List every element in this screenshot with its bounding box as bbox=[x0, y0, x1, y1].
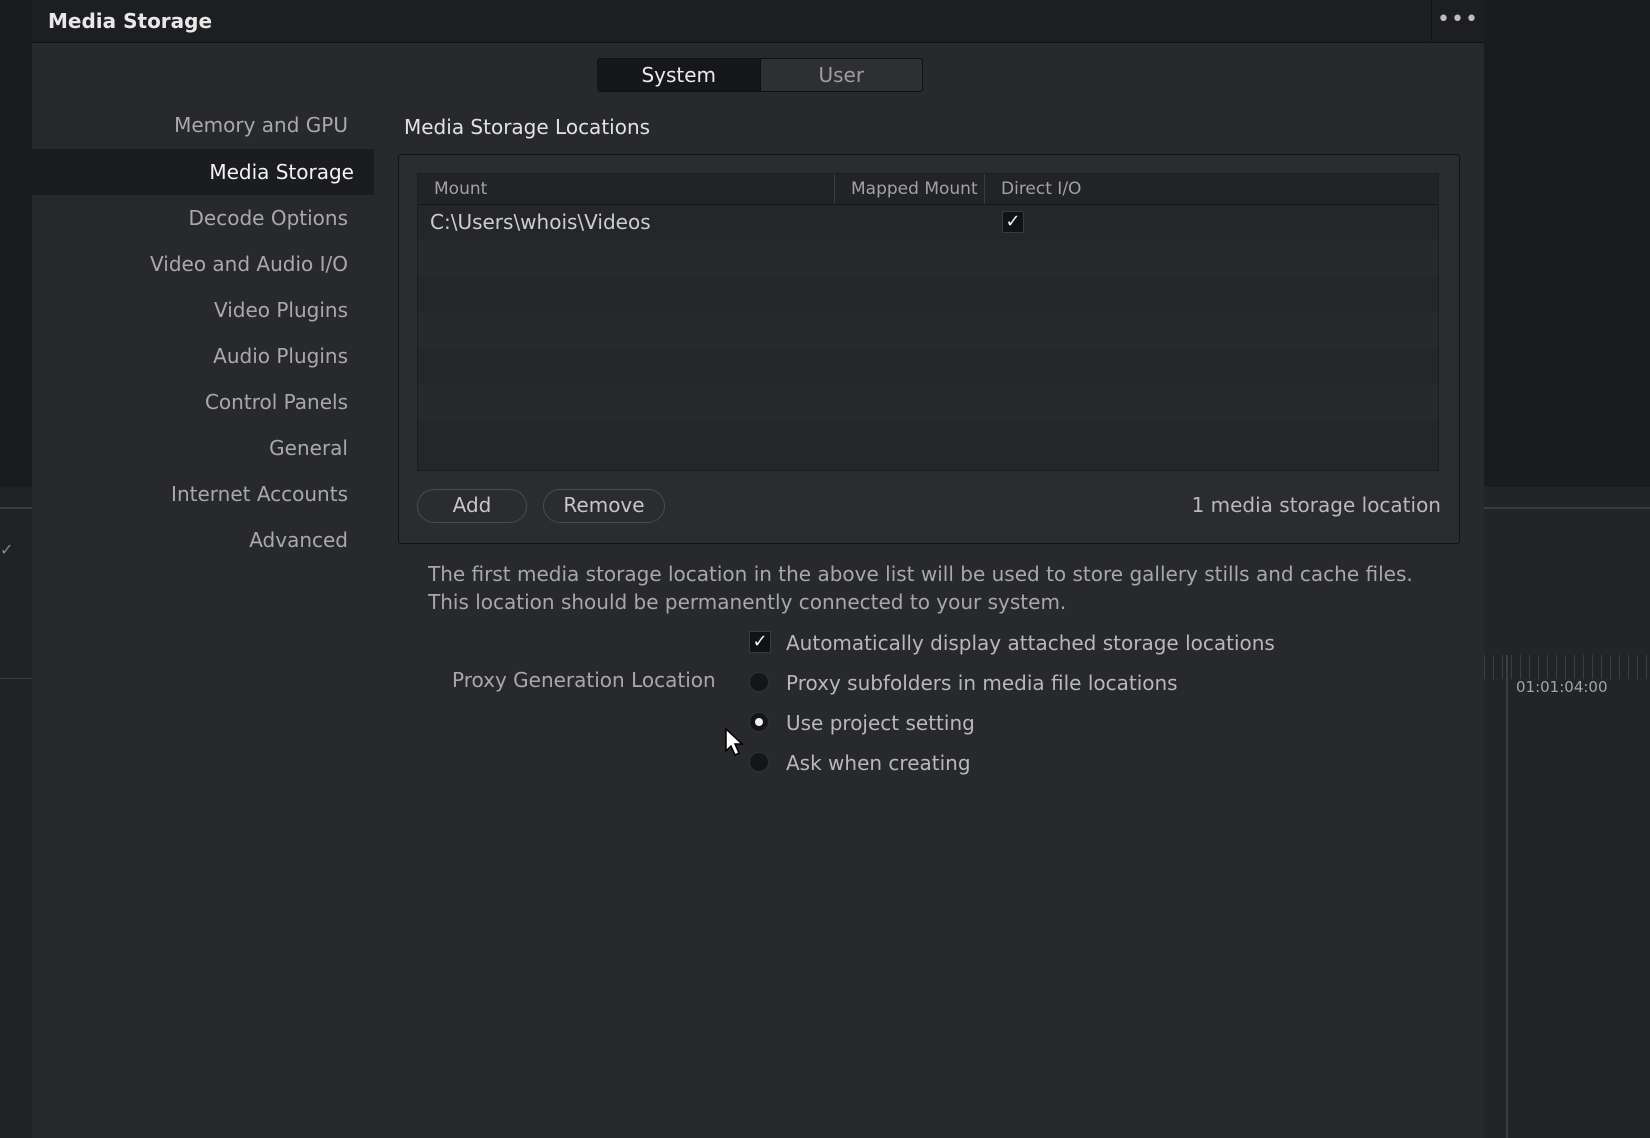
sidebar-item-internet-accounts[interactable]: Internet Accounts bbox=[32, 471, 368, 517]
location-count: 1 media storage location bbox=[1191, 493, 1441, 517]
sidebar-item-video-and-audio-io[interactable]: Video and Audio I/O bbox=[32, 241, 368, 287]
background-viewer bbox=[0, 0, 32, 487]
timeline-ruler bbox=[0, 658, 32, 679]
radio-ask-when-creating[interactable] bbox=[749, 752, 769, 772]
sidebar-item-general[interactable]: General bbox=[32, 425, 368, 471]
table-row bbox=[418, 348, 1438, 384]
sidebar-item-decode-options[interactable]: Decode Options bbox=[32, 195, 368, 241]
direct-io-checkbox[interactable]: ✓ bbox=[1002, 211, 1024, 233]
column-header-mapped-mount[interactable]: Mapped Mount bbox=[834, 174, 984, 204]
proxy-generation-label: Proxy Generation Location bbox=[452, 668, 716, 692]
sidebar-item-audio-plugins[interactable]: Audio Plugins bbox=[32, 333, 368, 379]
timeline-playhead[interactable] bbox=[1506, 655, 1508, 1138]
background-divider bbox=[0, 507, 32, 509]
background-right-panel: 01:01:04:00 bbox=[1484, 0, 1650, 1138]
table-row bbox=[418, 240, 1438, 276]
add-button[interactable]: Add bbox=[417, 489, 527, 523]
checkmark-icon: ✓ bbox=[0, 540, 14, 559]
table-row bbox=[418, 276, 1438, 312]
remove-button[interactable]: Remove bbox=[543, 489, 665, 523]
sidebar-item-advanced[interactable]: Advanced bbox=[32, 517, 368, 563]
mount-path: C:\Users\whois\Videos bbox=[430, 210, 651, 234]
dialog-titlebar: Media Storage ••• bbox=[32, 0, 1484, 43]
storage-note: The first media storage location in the … bbox=[428, 562, 1413, 614]
table-header: Mount Mapped Mount Direct I/O bbox=[418, 174, 1438, 205]
sidebar-item-video-plugins[interactable]: Video Plugins bbox=[32, 287, 368, 333]
section-title: Media Storage Locations bbox=[404, 115, 651, 139]
mouse-cursor-icon bbox=[725, 727, 744, 757]
column-header-direct-io[interactable]: Direct I/O bbox=[984, 174, 1438, 204]
storage-locations-panel: Mount Mapped Mount Direct I/O C:\Users\w… bbox=[398, 154, 1460, 544]
sidebar-item-media-storage[interactable]: Media Storage bbox=[32, 149, 374, 195]
auto-display-checkbox[interactable]: ✓ bbox=[749, 631, 771, 653]
table-row bbox=[418, 384, 1438, 420]
background-divider bbox=[1484, 507, 1650, 509]
proxy-subfolders-label[interactable]: Proxy subfolders in media file locations bbox=[786, 668, 1178, 698]
table-row bbox=[418, 420, 1438, 456]
timecode-label: 01:01:04:00 bbox=[1516, 678, 1608, 696]
table-row bbox=[418, 312, 1438, 348]
sidebar-item-memory-and-gpu[interactable]: Memory and GPU bbox=[32, 102, 368, 148]
table-row[interactable]: C:\Users\whois\Videos ✓ bbox=[418, 204, 1438, 240]
sidebar-item-control-panels[interactable]: Control Panels bbox=[32, 379, 368, 425]
radio-proxy-subfolders[interactable] bbox=[749, 672, 769, 692]
storage-locations-table: Mount Mapped Mount Direct I/O C:\Users\w… bbox=[417, 173, 1439, 471]
column-header-mount[interactable]: Mount bbox=[418, 174, 834, 204]
background-viewer bbox=[1484, 0, 1650, 487]
more-options-icon[interactable]: ••• bbox=[1431, 0, 1484, 42]
use-project-setting-label[interactable]: Use project setting bbox=[786, 708, 975, 738]
background-left-panel: ✓ bbox=[0, 0, 32, 1138]
timeline-ruler[interactable] bbox=[1484, 655, 1650, 679]
dialog-title: Media Storage bbox=[48, 9, 213, 33]
tab-user[interactable]: User bbox=[761, 59, 923, 91]
auto-display-label[interactable]: Automatically display attached storage l… bbox=[786, 628, 1275, 658]
tab-system[interactable]: System bbox=[598, 59, 761, 91]
system-user-switch: System User bbox=[597, 58, 923, 92]
ask-when-creating-label[interactable]: Ask when creating bbox=[786, 748, 971, 778]
radio-use-project-setting[interactable] bbox=[749, 712, 769, 732]
preferences-dialog: Media Storage ••• System User Memory and… bbox=[32, 0, 1484, 1138]
